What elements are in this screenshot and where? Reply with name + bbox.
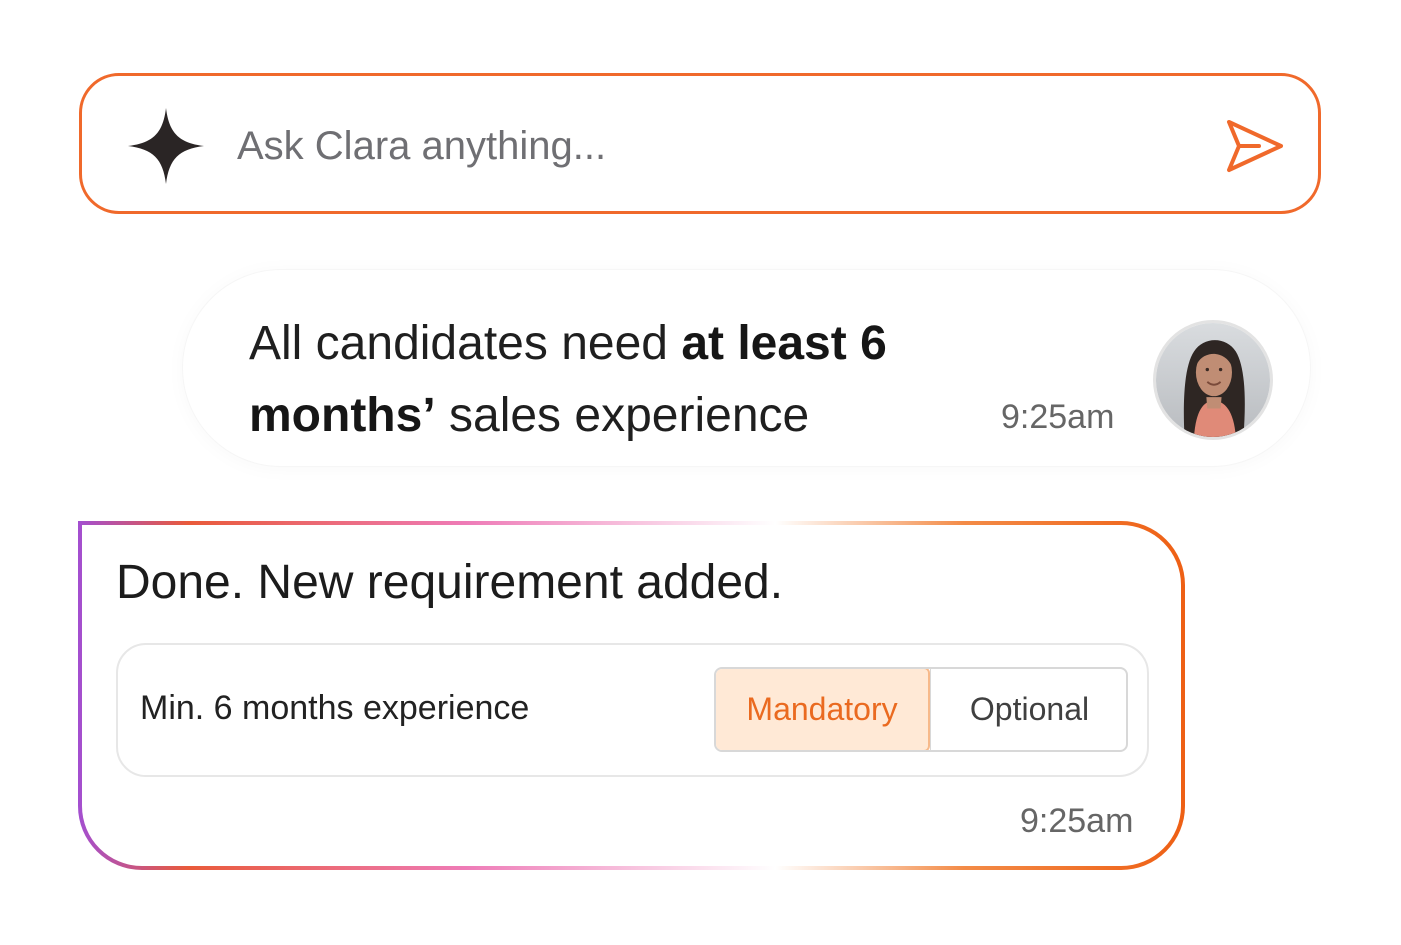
user-message-bubble: All candidates need at least 6 months’ s… xyxy=(183,270,1310,466)
sparkle-icon xyxy=(128,108,204,184)
assistant-message-card: Done. New requirement added. Min. 6 mont… xyxy=(78,521,1185,870)
chat-prompt-bar[interactable] xyxy=(79,73,1321,214)
requirement-type-toggle: Mandatory Optional xyxy=(714,667,1128,752)
requirement-row: Min. 6 months experience Mandatory Optio… xyxy=(116,643,1149,777)
user-message-text: All candidates need at least 6 months’ s… xyxy=(249,317,887,442)
user-avatar xyxy=(1153,320,1273,440)
mandatory-option[interactable]: Mandatory xyxy=(716,669,930,750)
avatar-photo xyxy=(1156,323,1270,437)
assistant-message-text: Done. New requirement added. xyxy=(116,556,784,609)
assistant-message-time: 9:25am xyxy=(1020,802,1134,840)
send-icon[interactable] xyxy=(1225,118,1285,174)
requirement-label: Min. 6 months experience xyxy=(140,689,530,727)
optional-option[interactable]: Optional xyxy=(930,669,1126,750)
prompt-input[interactable] xyxy=(237,114,1187,178)
user-message-time: 9:25am xyxy=(1001,398,1115,436)
